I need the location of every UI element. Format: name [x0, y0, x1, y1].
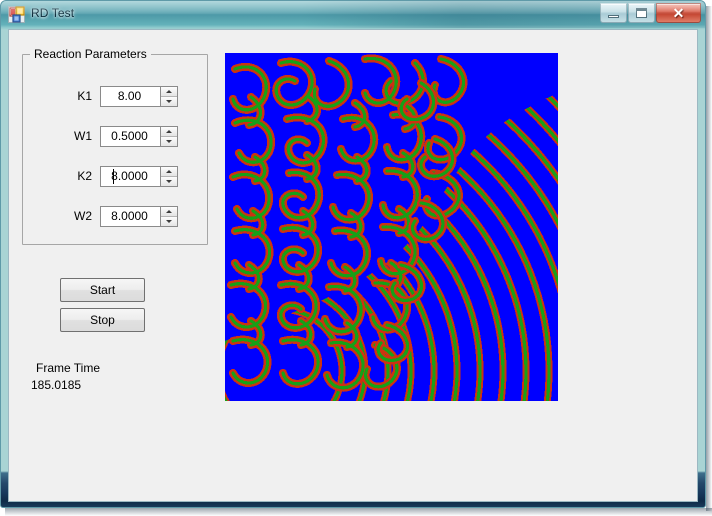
chevron-down-icon — [166, 99, 172, 103]
maximize-button[interactable] — [628, 3, 655, 23]
input-k2-value[interactable]: 8.0000 — [101, 167, 160, 186]
label-w2: W2 — [74, 209, 92, 223]
input-w2-spin-down[interactable] — [161, 216, 177, 226]
input-w1-spinner[interactable] — [160, 126, 177, 146]
input-w2-value[interactable]: 8.0000 — [101, 207, 160, 226]
input-k1-value[interactable]: 8.00 — [101, 87, 160, 106]
input-k1-spin-down[interactable] — [161, 96, 177, 106]
frame-time-label: Frame Time — [36, 361, 101, 375]
chevron-up-icon — [166, 129, 172, 133]
start-button[interactable]: Start — [60, 278, 145, 302]
param-row-w1: W1 0.5000 — [62, 125, 178, 147]
window-drop-shadow-right — [706, 6, 712, 511]
input-w1[interactable]: 0.5000 — [100, 125, 178, 147]
input-w2-spinner[interactable] — [160, 206, 177, 226]
application-window: RD Test ✕ Reaction Parameters K1 8.00 W1… — [0, 0, 712, 516]
input-w1-value[interactable]: 0.5000 — [101, 127, 160, 146]
stop-button[interactable]: Stop — [60, 308, 145, 332]
window-drop-shadow-bottom — [5, 508, 712, 516]
param-row-k2: K2 8.0000 — [62, 165, 178, 187]
groupbox-title: Reaction Parameters — [30, 47, 151, 61]
close-icon: ✕ — [657, 4, 700, 22]
chevron-up-icon — [166, 169, 172, 173]
maximize-icon — [629, 4, 654, 22]
label-k2: K2 — [77, 169, 92, 183]
minimize-icon — [601, 4, 626, 22]
close-button[interactable]: ✕ — [656, 3, 701, 23]
input-k1-spin-up[interactable] — [161, 86, 177, 97]
winforms-app-icon — [8, 6, 25, 23]
chevron-down-icon — [166, 179, 172, 183]
chevron-down-icon — [166, 219, 172, 223]
input-k1[interactable]: 8.00 — [100, 85, 178, 107]
title-bar[interactable]: RD Test ✕ — [1, 1, 705, 28]
input-k1-spinner[interactable] — [160, 86, 177, 106]
input-k2-spin-up[interactable] — [161, 166, 177, 177]
frame-time-value: 185.0185 — [31, 378, 82, 392]
chevron-up-icon — [166, 89, 172, 93]
label-k1: K1 — [77, 89, 92, 103]
label-w1: W1 — [74, 129, 92, 143]
input-k2[interactable]: 8.0000 — [100, 165, 178, 187]
input-w1-spin-up[interactable] — [161, 126, 177, 137]
input-k2-spinner[interactable] — [160, 166, 177, 186]
input-w2-spin-up[interactable] — [161, 206, 177, 217]
window-title: RD Test — [31, 6, 75, 20]
reaction-diffusion-canvas[interactable] — [225, 53, 558, 401]
chevron-down-icon — [166, 139, 172, 143]
reaction-parameters-group: Reaction Parameters K1 8.00 W1 0.5000 K2… — [22, 47, 208, 245]
input-w1-spin-down[interactable] — [161, 136, 177, 146]
chevron-up-icon — [166, 209, 172, 213]
param-row-w2: W2 8.0000 — [62, 205, 178, 227]
param-row-k1: K1 8.00 — [62, 85, 178, 107]
client-area: Reaction Parameters K1 8.00 W1 0.5000 K2… — [8, 29, 698, 502]
input-w2[interactable]: 8.0000 — [100, 205, 178, 227]
input-k2-spin-down[interactable] — [161, 176, 177, 186]
close-button-label: ✕ — [672, 5, 685, 21]
minimize-button[interactable] — [600, 3, 627, 23]
caption-button-group: ✕ — [600, 3, 701, 24]
